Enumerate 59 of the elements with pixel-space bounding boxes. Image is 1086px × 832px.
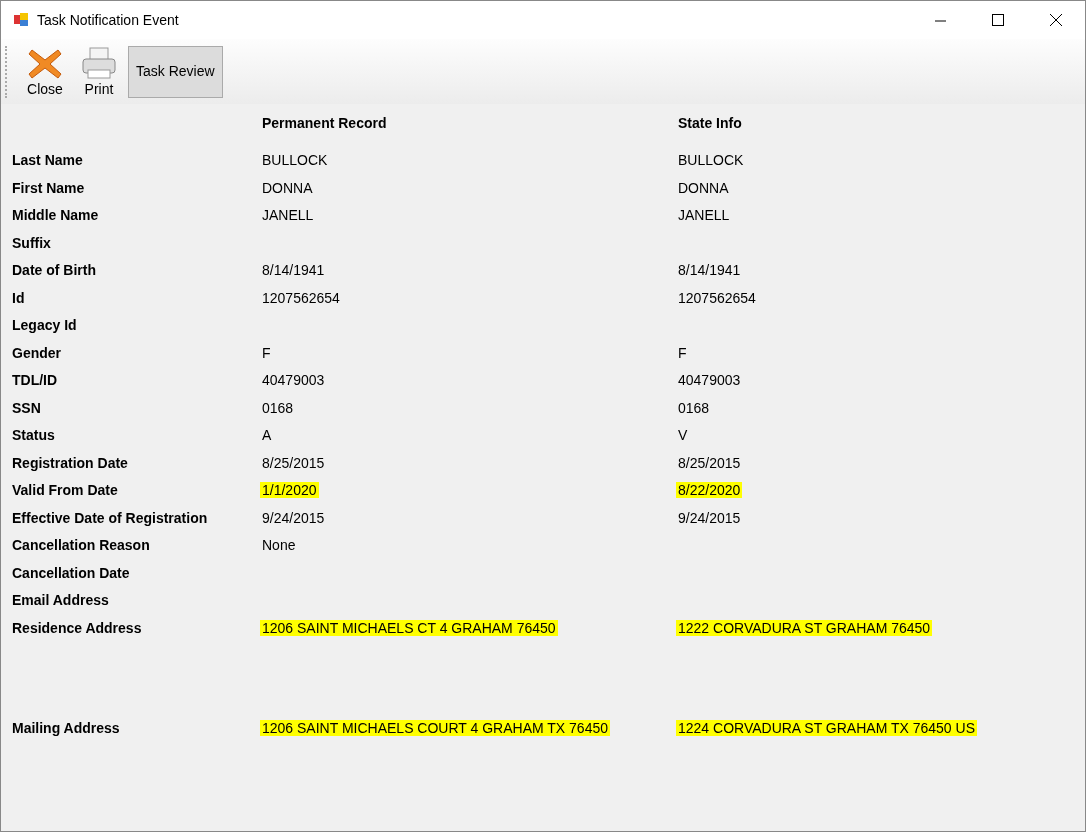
field-label: Cancellation Reason (12, 537, 150, 553)
field-value: 8/25/2015 (678, 454, 741, 471)
field-value: 0168 (262, 399, 294, 416)
field-value: F (678, 344, 687, 361)
close-button[interactable]: Close (20, 43, 70, 100)
field-label: Mailing Address (12, 719, 120, 736)
field-label: Effective Date of Registration (12, 509, 208, 526)
field-value: 40479003 (262, 372, 325, 388)
field-label: Id (12, 289, 25, 306)
field-value: 9/24/2015 (262, 509, 325, 526)
field-label: Legacy Id (12, 317, 77, 333)
field-label: Suffix (12, 234, 51, 251)
field-value: JANELL (678, 207, 730, 223)
field-label: Email Address (12, 592, 109, 608)
field-label: Middle Name (12, 207, 99, 223)
field-value: 40479003 (678, 372, 741, 388)
field-value: 9/24/2015 (678, 509, 741, 526)
field-label: First Name (12, 179, 85, 196)
field-label: Registration Date (12, 454, 128, 471)
field-label: Gender (12, 344, 61, 361)
field-value: 8/14/1941 (262, 262, 325, 278)
highlighted-value: 1224 CORVADURA ST GRAHAM TX 76450 US (676, 719, 977, 736)
field-value: A (262, 427, 272, 443)
field-value: 0168 (678, 399, 710, 416)
printer-icon (80, 45, 118, 82)
toolbar-grip (5, 45, 8, 98)
field-label: TDL/ID (12, 372, 58, 388)
highlighted-value: 1206 SAINT MICHAELS CT 4 GRAHAM 76450 (260, 619, 558, 636)
field-label: Residence Address (12, 619, 142, 636)
field-label: Status (12, 427, 55, 443)
field-label: Cancellation Date (12, 564, 130, 581)
field-value: V (678, 427, 688, 443)
highlighted-value: 1206 SAINT MICHAELS COURT 4 GRAHAM TX 76450 (260, 719, 610, 736)
field-value: F (262, 344, 271, 361)
highlighted-value: 1222 CORVADURA ST GRAHAM 76450 (676, 619, 933, 636)
app-icon (13, 12, 29, 28)
field-value: 1207562654 (678, 289, 756, 306)
field-value: BULLOCK (262, 152, 328, 168)
task-review-button[interactable]: Task Review (128, 45, 223, 98)
field-value: None (262, 537, 296, 553)
column-header: Permanent Record (262, 115, 387, 131)
field-value: JANELL (262, 207, 314, 223)
maximize-icon (992, 14, 1004, 26)
field-value: DONNA (262, 179, 313, 196)
window-title: Task Notification Event (37, 10, 179, 30)
highlighted-value: 1/1/2020 (260, 482, 319, 498)
field-label: Last Name (12, 152, 83, 168)
field-value: 1207562654 (262, 289, 340, 306)
close-icon (1050, 14, 1062, 26)
print-button[interactable]: Print (74, 43, 124, 100)
field-label: Valid From Date (12, 482, 118, 498)
field-value: 8/25/2015 (262, 454, 325, 471)
field-label: Date of Birth (12, 262, 96, 278)
field-value: 8/14/1941 (678, 262, 741, 278)
field-label: SSN (12, 399, 41, 416)
field-value: BULLOCK (678, 152, 744, 168)
highlighted-value: 8/22/2020 (676, 482, 743, 498)
column-header: State Info (678, 115, 742, 131)
field-value: DONNA (678, 179, 729, 196)
